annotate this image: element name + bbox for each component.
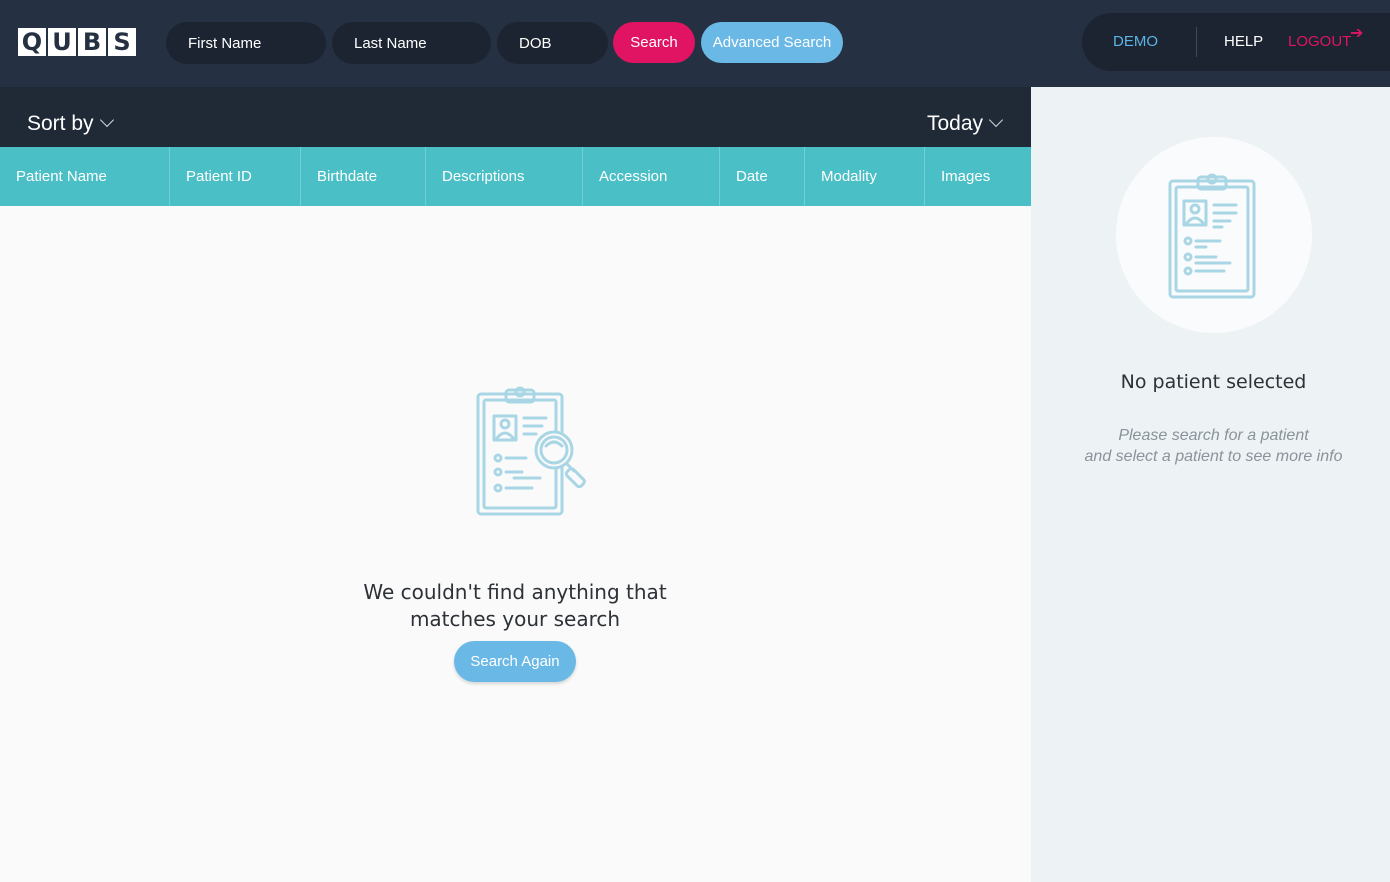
top-bar: Q U B S Search Advanced Search DEMO HELP… (0, 0, 1390, 87)
logo-letter: B (78, 28, 106, 56)
search-button[interactable]: Search (613, 22, 695, 63)
sort-by-label: Sort by (27, 112, 94, 135)
logout-link[interactable]: LOGOUT ➔ (1288, 13, 1363, 71)
column-header-date[interactable]: Date (720, 147, 805, 206)
column-header-patient-name[interactable]: Patient Name (0, 147, 170, 206)
dob-field[interactable] (497, 22, 608, 64)
no-results-message: We couldn't find anything that matches y… (330, 579, 700, 633)
table-header: Patient Name Patient ID Birthdate Descri… (0, 147, 1033, 206)
sort-by-dropdown[interactable]: Sort by (27, 112, 114, 136)
chevron-down-icon (99, 112, 114, 128)
user-menu: DEMO HELP LOGOUT ➔ (1082, 13, 1390, 71)
search-again-button[interactable]: Search Again (454, 641, 576, 682)
arrow-right-icon: ➔ (1350, 25, 1364, 42)
column-header-images[interactable]: Images (925, 147, 1033, 206)
no-results-line-2: matches your search (409, 607, 621, 631)
dob-input[interactable] (519, 22, 608, 64)
no-patient-desc-line-1: Please search for a patient (1118, 427, 1309, 444)
results-area (0, 206, 1031, 882)
no-patient-title: No patient selected (1120, 371, 1307, 393)
date-range-label: Today (927, 112, 984, 135)
clipboard-search-icon (474, 382, 594, 523)
no-patient-description: Please search for a patient and select a… (1031, 425, 1390, 467)
column-header-descriptions[interactable]: Descriptions (426, 147, 583, 206)
placeholder-circle (1116, 137, 1312, 333)
column-header-accession[interactable]: Accession (583, 147, 720, 206)
no-patient-desc-line-2: and select a patient to see more info (1084, 448, 1343, 465)
last-name-input[interactable] (354, 22, 491, 64)
last-name-field[interactable] (332, 22, 491, 64)
patient-details-panel: No patient selected Please search for a … (1031, 87, 1390, 882)
logo-letter: S (108, 28, 136, 56)
column-header-modality[interactable]: Modality (805, 147, 925, 206)
chevron-down-icon (988, 112, 1004, 128)
first-name-input[interactable] (188, 22, 326, 64)
divider (1196, 27, 1197, 57)
advanced-search-button[interactable]: Advanced Search (701, 22, 843, 63)
date-range-dropdown[interactable]: Today (927, 112, 1004, 136)
first-name-field[interactable] (166, 22, 326, 64)
sort-bar: Sort by Today (0, 87, 1033, 147)
logout-label: LOGOUT (1288, 33, 1352, 50)
column-header-patient-id[interactable]: Patient ID (170, 147, 301, 206)
qubs-logo[interactable]: Q U B S (18, 28, 136, 56)
user-name-link[interactable]: DEMO (1113, 13, 1158, 71)
logo-letter: U (48, 28, 76, 56)
no-results-line-1: We couldn't find anything that (363, 580, 667, 604)
logo-letter: Q (18, 28, 46, 56)
column-header-birthdate[interactable]: Birthdate (301, 147, 426, 206)
clipboard-patient-icon (1166, 169, 1262, 308)
help-link[interactable]: HELP (1224, 13, 1263, 71)
